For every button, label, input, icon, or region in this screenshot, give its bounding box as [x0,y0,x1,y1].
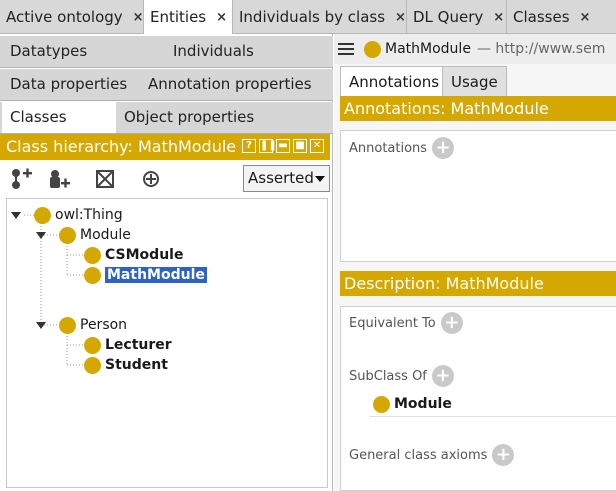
tab-individuals[interactable]: Individuals [165,36,325,67]
expand-toggle-icon[interactable] [36,232,46,239]
close-icon[interactable]: × [395,10,406,25]
close-icon[interactable]: × [493,10,504,25]
tree-node-csmodule[interactable]: CSModule [84,245,183,265]
superclass-item[interactable]: Module [373,394,452,414]
class-label: Lecturer [105,337,172,353]
class-icon [373,395,390,413]
tab-entities[interactable]: Entities × [144,0,233,34]
class-icon [34,206,51,224]
class-hierarchy-tree[interactable]: owl:Thing Module CSModule MathModule Per… [6,198,328,488]
class-hierarchy-header: Class hierarchy: MathModule ? ❚❚ ▬ ■ ✕ [0,134,330,160]
target-icon[interactable] [140,168,164,190]
view-controls: ? ❚❚ ▬ ■ ✕ [242,139,324,153]
tab-dl-query[interactable]: DL Query × [407,0,507,34]
entity-title: MathModule [385,41,471,57]
general-axioms-label: General class axioms [349,447,488,463]
entity-iri: — http://www.sem [476,41,606,57]
asserted-select-value: Asserted [248,169,314,187]
tab-label: Entities [150,8,207,26]
equivalent-to-row: Equivalent To + [349,312,463,334]
split-icon[interactable]: ❚❚ [259,139,277,153]
close-view-icon[interactable]: ✕ [310,139,324,153]
tab-annotations[interactable]: Annotations [340,66,449,96]
tree-node-student[interactable]: Student [84,355,168,375]
detail-tabs: Annotations Usage [334,66,616,96]
add-equivalent-icon[interactable]: + [440,312,463,334]
class-icon [364,40,381,58]
tab-object-properties[interactable]: Object properties [116,102,276,133]
annotations-box: Annotations + [340,130,616,262]
equivalent-to-label: Equivalent To [349,315,436,331]
class-icon [59,316,76,334]
superclass-label: Module [394,396,452,412]
entity-tab-row-1: Datatypes Individuals [0,36,333,68]
tab-label: Classes [513,8,570,26]
tab-annotation-properties[interactable]: Annotation properties [140,69,330,100]
subclass-of-row: SubClass Of + [349,365,454,387]
help-icon[interactable]: ? [242,139,256,153]
maximize-icon[interactable]: ■ [293,139,307,153]
annotations-header: Annotations: MathModule [340,96,616,121]
minimize-icon[interactable]: ▬ [276,139,290,153]
add-annotation-icon[interactable]: + [432,137,455,159]
class-icon [59,226,76,244]
close-icon[interactable]: × [133,10,144,25]
tab-individuals-by-class[interactable]: Individuals by class × [233,0,407,34]
class-hierarchy-title: Class hierarchy: MathModule [6,137,237,156]
class-label: Person [80,317,128,333]
entity-detail-panel: MathModule — http://www.sem Annotations … [334,34,616,491]
class-icon [84,356,101,374]
add-subclass-icon[interactable] [10,168,34,190]
class-hierarchy-toolbar: Asserted [0,162,333,196]
entity-tab-row-3: Classes Object properties [0,102,333,134]
annotations-label: Annotations [349,140,428,156]
tree-node-lecturer[interactable]: Lecturer [84,335,172,355]
main-tab-bar: Active ontology × Entities × Individuals… [0,0,616,34]
annotations-row: Annotations + [349,137,455,159]
chevron-down-icon [315,176,325,182]
subclass-of-label: SubClass Of [349,368,427,384]
class-icon [84,246,101,264]
class-label: CSModule [105,247,184,263]
class-icon [84,336,101,354]
tab-classes[interactable]: Classes × [507,0,616,34]
class-icon [84,266,101,284]
divider [369,416,616,417]
tab-label: Active ontology [6,8,123,26]
tab-label: Individuals by class [239,8,386,26]
menu-icon[interactable] [338,43,354,55]
add-sibling-class-icon[interactable] [47,168,71,190]
entities-left-panel: Datatypes Individuals Data properties An… [0,34,333,491]
tab-data-properties[interactable]: Data properties [2,69,137,100]
add-superclass-icon[interactable]: + [431,365,454,387]
tab-label: DL Query [413,8,484,26]
close-icon[interactable]: × [216,10,227,25]
tree-node-module[interactable]: Module [59,225,131,245]
asserted-select[interactable]: Asserted [243,165,330,192]
class-label: Module [80,227,131,243]
entity-tab-row-2: Data properties Annotation properties [0,69,333,101]
close-icon[interactable]: × [580,10,591,25]
tab-datatypes[interactable]: Datatypes [2,36,162,67]
description-box: Equivalent To + SubClass Of + Module Gen… [340,306,616,491]
entity-header: MathModule — http://www.sem [334,34,616,64]
expand-toggle-icon[interactable] [36,322,46,329]
add-general-axiom-icon[interactable]: + [492,444,515,466]
tree-node-person[interactable]: Person [59,315,127,335]
delete-class-icon[interactable] [94,168,118,190]
tab-active-ontology[interactable]: Active ontology × [0,0,144,34]
tree-node-owl-thing[interactable]: owl:Thing [34,205,123,225]
expand-toggle-icon[interactable] [11,212,21,219]
general-axioms-row: General class axioms + [349,444,515,466]
class-label: owl:Thing [55,207,123,223]
tab-usage[interactable]: Usage [442,66,507,96]
tab-classes-entities[interactable]: Classes [2,102,116,133]
tree-node-mathmodule[interactable]: MathModule [84,265,207,285]
class-label: Student [105,357,168,373]
description-header: Description: MathModule [340,271,616,296]
class-label-selected: MathModule [105,267,207,283]
